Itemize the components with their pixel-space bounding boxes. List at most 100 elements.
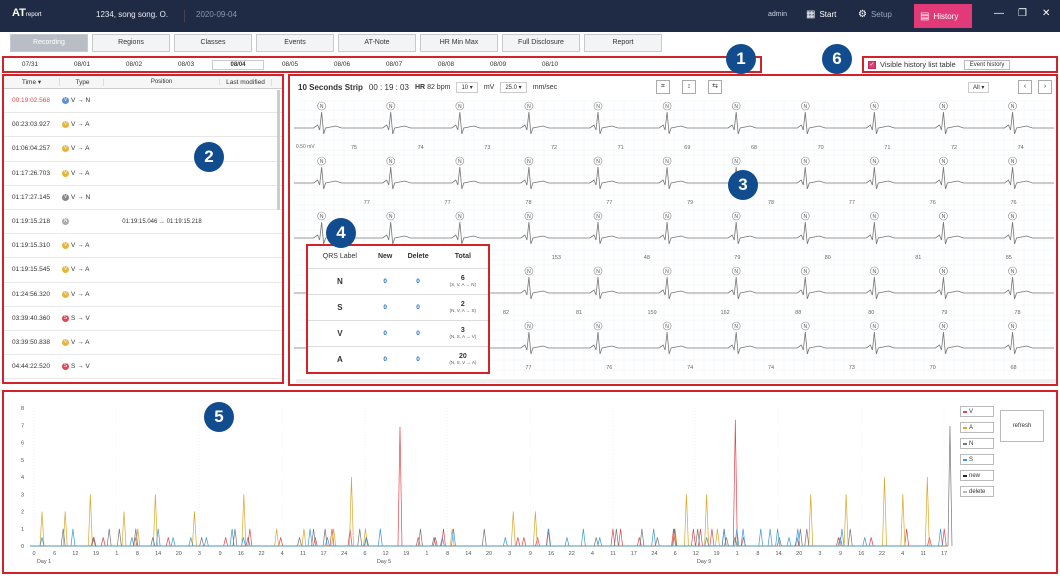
legend-swatch <box>963 410 967 413</box>
start-button[interactable]: ▦ Start <box>806 9 836 20</box>
beat-label: N <box>458 159 462 165</box>
tab-classes[interactable]: Classes <box>174 34 252 52</box>
zoom-tool-button[interactable]: ↕ <box>682 80 696 94</box>
date-item[interactable]: 08/03 <box>160 61 212 68</box>
date-item[interactable]: 08/08 <box>420 61 472 68</box>
history-row[interactable]: 00:19:02.568 V V → N <box>4 89 282 114</box>
measure-tool-button[interactable]: ⇆ <box>708 80 722 94</box>
qrs-total: 6 (S, V, A → N) <box>437 267 488 294</box>
speed-unit: mm/sec <box>532 84 558 91</box>
qrs-total-value: 2 <box>460 301 465 308</box>
tab-hr-min-max[interactable]: HR Min Max <box>420 34 498 52</box>
legend-item[interactable]: new <box>960 470 994 481</box>
rr-interval-label: 77 <box>364 200 370 206</box>
tab-report[interactable]: Report <box>584 34 662 52</box>
date-item[interactable]: 07/31 <box>4 61 56 68</box>
date-item[interactable]: 08/07 <box>368 61 420 68</box>
beat-label: N <box>665 159 669 165</box>
rr-interval-label: 81 <box>915 255 921 261</box>
beat-label: N <box>1011 159 1015 165</box>
y-tick-label: 2 <box>21 510 24 516</box>
qrs-total-value: 3 <box>460 327 465 334</box>
history-row[interactable]: 03:39:40.360 S S → V <box>4 307 282 331</box>
qrs-new: 0 <box>371 345 399 372</box>
date-item[interactable]: 08/05 <box>264 61 316 68</box>
history-row[interactable]: 04:44:22.520 S S → V <box>4 355 282 380</box>
row-type-text: V → A <box>71 242 90 250</box>
type-badge-icon: V <box>62 338 69 346</box>
row-type-text: V → A <box>71 266 90 274</box>
crop-tool-button[interactable]: ⌗ <box>656 80 670 94</box>
history-button[interactable]: ▤ History <box>914 4 972 28</box>
row-type: VV → A <box>60 145 104 153</box>
refresh-button[interactable]: refresh <box>1000 410 1044 442</box>
history-row[interactable]: 03:39:50.838 V V → A <box>4 331 282 356</box>
legend-item[interactable]: A <box>960 422 994 433</box>
filter-select[interactable]: All ▾ <box>968 82 990 93</box>
x-tick-label: 8 <box>136 551 139 557</box>
x-tick-label: 11 <box>920 551 926 557</box>
gain-select[interactable]: 10 ▾ <box>456 82 478 93</box>
history-scrollbar[interactable] <box>277 90 280 210</box>
qrs-row: N 0 0 6 (S, V, A → N) <box>308 267 488 294</box>
beat-label: N <box>665 104 669 110</box>
rr-interval-label: 74 <box>768 365 774 371</box>
visible-history-checkbox[interactable]: ✓ <box>868 60 876 69</box>
date-item[interactable]: 08/01 <box>56 61 108 68</box>
tab-recording[interactable]: Recording <box>10 34 88 52</box>
col-last-modified[interactable]: Last modified <box>220 78 272 86</box>
date-item[interactable]: 08/09 <box>472 61 524 68</box>
col-type[interactable]: Type <box>60 78 104 86</box>
tab-regions[interactable]: Regions <box>92 34 170 52</box>
x-tick-label: 12 <box>72 551 78 557</box>
y-tick-label: 8 <box>21 406 24 412</box>
tab-full-disclosure[interactable]: Full Disclosure <box>502 34 580 52</box>
x-tick-label: 22 <box>258 551 264 557</box>
rr-interval-label: 80 <box>868 310 874 316</box>
rr-interval-label: 78 <box>768 200 774 206</box>
history-row[interactable]: 01:19:15.545 V V → A <box>4 258 282 283</box>
speed-select[interactable]: 25.0 ▾ <box>500 82 527 93</box>
beat-label: N <box>873 324 877 330</box>
legend-item[interactable]: S <box>960 454 994 465</box>
history-row[interactable]: 01:17:27.145 V V → N <box>4 186 282 210</box>
col-position[interactable]: Position <box>104 79 220 85</box>
history-row[interactable]: 01:19:15.218 N 01:19:15.046 → 01:19:15.218 <box>4 210 282 235</box>
prev-button[interactable]: ‹ <box>1018 80 1032 94</box>
history-row[interactable]: 01:24:56.320 V V → A <box>4 283 282 307</box>
date-item[interactable]: 08/06 <box>316 61 368 68</box>
tab-events[interactable]: Events <box>256 34 334 52</box>
close-button[interactable]: ✕ <box>1042 8 1050 19</box>
qrs-new: 0 <box>371 267 399 294</box>
legend-item[interactable]: delete <box>960 486 994 497</box>
history-row[interactable]: 01:17:26.703 V V → A <box>4 162 282 186</box>
user-name[interactable]: admin <box>768 11 787 18</box>
row-time: 03:39:50.838 <box>12 338 50 346</box>
tab-at-note[interactable]: AT-Note <box>338 34 416 52</box>
maximize-button[interactable]: ❐ <box>1018 8 1027 19</box>
next-button[interactable]: › <box>1038 80 1052 94</box>
legend-item[interactable]: N <box>960 438 994 449</box>
setup-button[interactable]: ⚙ Setup <box>858 9 892 20</box>
x-tick-label: 1 <box>425 551 428 557</box>
date-item[interactable]: 08/04 <box>212 59 264 70</box>
date-item[interactable]: 08/10 <box>524 61 576 68</box>
legend-item[interactable]: V <box>960 406 994 417</box>
qrs-total-note: (N, S, V → A) <box>449 360 477 366</box>
rr-interval-label: 69 <box>684 145 690 151</box>
history-row[interactable]: 05:10:46.248VV → A <box>4 379 282 382</box>
qrs-row: V 0 0 3 (N, S, A → V) <box>308 319 488 346</box>
x-tick-label: 20 <box>796 551 802 557</box>
history-row[interactable]: 01:19:15.310 V V → A <box>4 234 282 259</box>
row-time: 04:44:22.520 <box>12 363 50 371</box>
col-time[interactable]: Time ▾ <box>4 78 60 86</box>
date-item[interactable]: 08/02 <box>108 61 160 68</box>
minimize-button[interactable]: — <box>994 8 1004 19</box>
event-history-button[interactable]: Event history <box>963 59 1011 70</box>
history-row[interactable]: 00:23:03.927 V V → A <box>4 113 282 138</box>
beat-label: N <box>320 104 324 110</box>
strip-toolbar: 10 Seconds Strip 00 : 19 : 03 HR 82 bpm … <box>298 82 557 93</box>
rr-interval-label: 77 <box>849 200 855 206</box>
history-row[interactable]: 01:06:04.257 V V → A <box>4 137 282 162</box>
strip-scrollbar[interactable] <box>296 379 1056 383</box>
